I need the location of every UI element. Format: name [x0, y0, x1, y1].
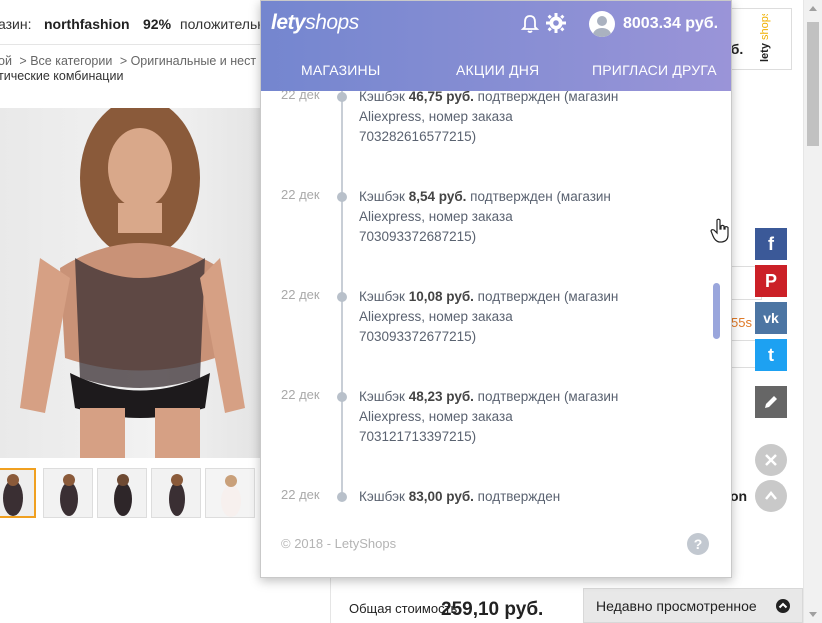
- facebook-share-button[interactable]: f: [755, 228, 787, 260]
- cashback-amount: 8,54 руб.: [408, 189, 467, 204]
- breadcrumb-item[interactable]: ой: [0, 54, 12, 68]
- popup-footer: © 2018 - LetyShops ?: [261, 505, 731, 577]
- cashback-amount: 10,08 руб.: [408, 289, 474, 304]
- letyshops-popup: letyshops 8003.34 руб. МАГАЗИНЫ АКЦИИ ДН…: [260, 0, 732, 578]
- shop-rating-label: положительн: [180, 16, 265, 32]
- bell-icon[interactable]: [519, 13, 541, 35]
- cashback-balance[interactable]: 8003.34 руб.: [623, 15, 718, 33]
- shop-name-link[interactable]: northfashion: [44, 16, 130, 32]
- popup-scrollbar-thumb[interactable]: [713, 283, 720, 339]
- edit-button[interactable]: [755, 386, 787, 418]
- thumbnail-image-icon: [152, 469, 200, 517]
- timeline-dot: [337, 92, 347, 102]
- cashback-amount: 83,00 руб.: [408, 489, 474, 504]
- feed-text: Кэшбэк 83,00 руб. подтвержден: [359, 489, 561, 504]
- breadcrumb-current: тические комбинации: [0, 69, 124, 83]
- feed-text: Кэшбэк 10,08 руб. подтвержден (магазин A…: [359, 289, 619, 344]
- user-icon: [593, 16, 611, 37]
- feed-text: Кэшбэк 8,54 руб. подтвержден (магазин Al…: [359, 189, 611, 244]
- pinterest-share-button[interactable]: P: [755, 265, 787, 297]
- tab-shops[interactable]: МАГАЗИНЫ: [301, 62, 380, 78]
- copyright-text: © 2018 - LetyShops: [281, 536, 397, 551]
- total-price: 259,10 руб.: [441, 599, 544, 620]
- product-photo-icon: [20, 108, 245, 458]
- svg-text:shops: shops: [759, 14, 771, 40]
- cashback-amount: 46,75 руб.: [408, 91, 474, 104]
- page-scrollbar[interactable]: [803, 0, 822, 623]
- thumbnail[interactable]: [97, 468, 147, 518]
- popup-header: letyshops 8003.34 руб. МАГАЗИНЫ АКЦИИ ДН…: [261, 1, 731, 91]
- help-button[interactable]: ?: [687, 533, 709, 555]
- thumbnail[interactable]: [205, 468, 255, 518]
- thumbnail-image-icon: [98, 469, 146, 517]
- cashback-feed: 22 дек Кэшбэк 46,75 руб. подтвержден (ма…: [261, 91, 731, 505]
- feed-date: 22 дек: [281, 91, 320, 102]
- scrollbar-thumb[interactable]: [807, 22, 819, 146]
- vk-share-button[interactable]: vk: [755, 302, 787, 334]
- avatar[interactable]: [589, 11, 615, 37]
- timeline-dot: [337, 192, 347, 202]
- feed-date: 22 дек: [281, 487, 320, 502]
- timeline-dot: [337, 492, 347, 502]
- total-price-block: Общая стоимость 259,10 руб.: [330, 578, 585, 623]
- scroll-top-button[interactable]: [755, 480, 787, 512]
- feed-date: 22 дек: [281, 187, 320, 202]
- scroll-down-arrow-icon[interactable]: [809, 612, 817, 617]
- letyshops-mini-logo-icon[interactable]: lety shops: [758, 14, 788, 66]
- thumbnail[interactable]: [151, 468, 201, 518]
- breadcrumb: ой > Все категории > Оригинальные и нест: [0, 54, 260, 68]
- breadcrumb-item[interactable]: > Все категории: [19, 54, 112, 68]
- recently-viewed-label: Недавно просмотренное: [596, 597, 757, 614]
- timeline-dot: [337, 392, 347, 402]
- thumbnail[interactable]: [43, 468, 93, 518]
- close-button[interactable]: [755, 444, 787, 476]
- timeline-dot: [337, 292, 347, 302]
- product-thumbnails: [0, 468, 262, 518]
- thumbnail-image-icon: [44, 469, 92, 517]
- feed-date: 22 дек: [281, 387, 320, 402]
- scroll-up-arrow-icon[interactable]: [809, 6, 817, 11]
- twitter-share-button[interactable]: t: [755, 339, 787, 371]
- breadcrumb-item[interactable]: > Оригинальные и нест: [120, 54, 256, 68]
- pinterest-icon: P: [764, 270, 777, 291]
- close-icon: [765, 454, 777, 466]
- letyshops-logo[interactable]: letyshops: [271, 11, 359, 35]
- chevron-up-icon: [765, 491, 777, 500]
- twitter-icon: t: [768, 344, 774, 365]
- feed-text: Кэшбэк 46,75 руб. подтвержден (магазин A…: [359, 91, 619, 144]
- shop-rating: 92%: [143, 16, 172, 32]
- pencil-icon: [765, 396, 777, 408]
- shop-label: азин:: [0, 16, 32, 32]
- vk-icon: vk: [763, 310, 779, 326]
- feed-text: Кэшбэк 48,23 руб. подтвержден (магазин A…: [359, 389, 619, 444]
- tab-invite[interactable]: ПРИГЛАСИ ДРУГА: [592, 62, 717, 78]
- gear-icon[interactable]: [545, 12, 567, 34]
- hand-cursor-icon: [710, 218, 729, 243]
- popup-tabs: МАГАЗИНЫ АКЦИИ ДНЯ ПРИГЛАСИ ДРУГА: [261, 59, 731, 81]
- text-fragment: on: [730, 488, 748, 504]
- product-main-image[interactable]: [0, 108, 262, 458]
- thumbnail-image-icon: [0, 470, 34, 516]
- thumbnail-image-icon: [206, 469, 254, 517]
- divider: [0, 44, 260, 45]
- countdown-timer: 55s: [731, 315, 752, 330]
- recently-viewed-bar[interactable]: Недавно просмотренное: [583, 588, 803, 623]
- tab-deals[interactable]: АКЦИИ ДНЯ: [456, 62, 539, 78]
- facebook-icon: f: [768, 233, 774, 254]
- svg-text:lety: lety: [759, 42, 771, 62]
- cashback-amount: 48,23 руб.: [408, 389, 474, 404]
- feed-date: 22 дек: [281, 287, 320, 302]
- thumbnail[interactable]: [0, 468, 36, 518]
- chevron-up-icon: [776, 599, 790, 613]
